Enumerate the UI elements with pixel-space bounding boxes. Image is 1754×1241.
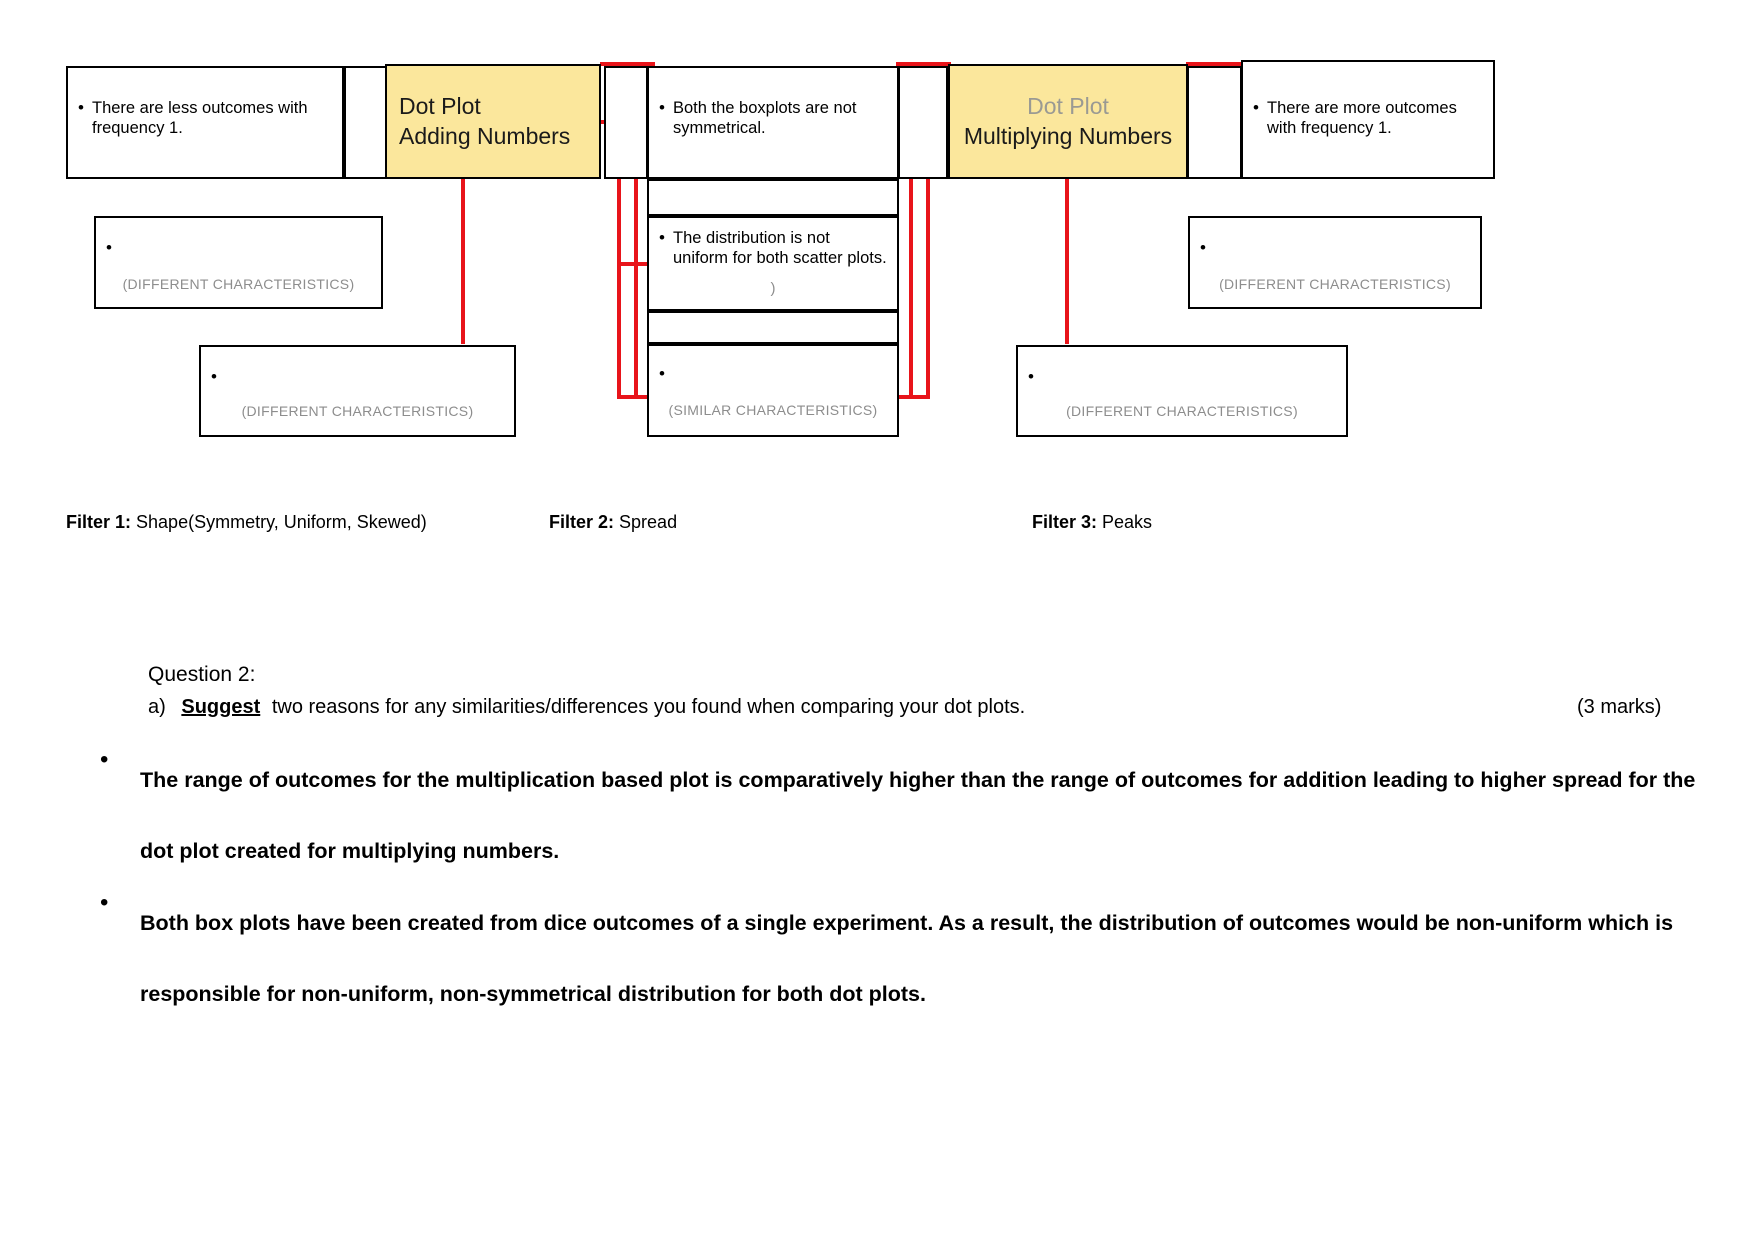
filter-1-label: Filter 1: <box>66 512 132 532</box>
connector-multiplying-down <box>1065 176 1069 344</box>
node-dot-plot-multiplying[interactable]: Dot Plot Multiplying Numbers <box>948 64 1188 179</box>
placeholder-box-lower-left[interactable]: • (DIFFERENT CHARACTERISTICS) <box>199 345 516 437</box>
filter-2-label: Filter 2: <box>549 512 615 532</box>
band-middle-upper <box>647 179 899 216</box>
spacer-cell-left <box>344 66 391 179</box>
statement-middle-mid-text: The distribution is not uniform for both… <box>673 229 887 267</box>
question-prompt: two reasons for any similarities/differe… <box>271 696 1026 718</box>
filter-3-value: Peaks <box>1102 512 1153 532</box>
node-multiplying-line1: Dot Plot <box>1027 92 1109 119</box>
question-part-letter: a) <box>148 696 166 718</box>
bullet-icon: • <box>1200 238 1206 257</box>
placeholder-box-right[interactable]: • (DIFFERENT CHARACTERISTICS) <box>1188 216 1482 309</box>
spacer-cell-middle-left <box>604 66 648 179</box>
bullet-icon: • <box>211 367 217 386</box>
bullet-icon: • <box>100 746 109 773</box>
placeholder-box-similar[interactable]: • (SIMILAR CHARACTERISTICS) <box>647 344 899 437</box>
placeholder-label-left: (DIFFERENT CHARACTERISTICS) <box>122 276 355 292</box>
connector-mid-right-bottom-horizontal <box>896 395 930 399</box>
stray-paren-label: ) <box>770 280 776 297</box>
node-adding-line1: Dot Plot <box>399 92 481 119</box>
bullet-icon: • <box>1028 367 1034 386</box>
node-dot-plot-adding[interactable]: Dot Plot Adding Numbers <box>385 64 601 179</box>
bullet-icon: • <box>1253 98 1259 117</box>
statement-left-top: • There are less outcomes with frequency… <box>66 66 344 179</box>
spacer-cell-right <box>1187 66 1242 179</box>
answer-2-text: Both box plots have been created from di… <box>140 888 1720 1030</box>
filter-2-value: Spread <box>619 512 678 532</box>
bullet-icon: • <box>100 889 109 916</box>
filter-3-caption: Filter 3: Peaks <box>1032 512 1152 533</box>
statement-right-top-text: There are more outcomes with frequency 1… <box>1267 99 1457 137</box>
bullet-icon: • <box>106 238 112 257</box>
band-middle-lower <box>647 311 899 344</box>
node-adding-line2: Adding Numbers <box>399 122 571 149</box>
statement-middle-top-text: Both the boxplots are not symmetrical. <box>673 99 857 137</box>
placeholder-label-similar: (SIMILAR CHARACTERISTICS) <box>668 402 878 418</box>
question-title: Question 2: <box>148 663 256 686</box>
placeholder-label-lower-left: (DIFFERENT CHARACTERISTICS) <box>241 403 474 419</box>
statement-middle-top: • Both the boxplots are not symmetrical. <box>647 66 899 179</box>
spacer-cell-middle-right <box>898 66 948 179</box>
placeholder-box-lower-right[interactable]: • (DIFFERENT CHARACTERISTICS) <box>1016 345 1348 437</box>
worksheet-page: • There are less outcomes with frequency… <box>0 0 1754 1241</box>
placeholder-label-lower-right: (DIFFERENT CHARACTERISTICS) <box>1066 403 1298 419</box>
filter-1-value: Shape(Symmetry, Uniform, Skewed) <box>136 512 427 532</box>
filter-3-label: Filter 3: <box>1032 512 1098 532</box>
answer-1-line1: The range of outcomes for the multiplica… <box>140 768 1367 792</box>
filter-2-caption: Filter 2: Spread <box>549 512 677 533</box>
connector-adding-down <box>461 176 465 344</box>
bullet-icon: • <box>78 98 84 117</box>
placeholder-label-right: (DIFFERENT CHARACTERISTICS) <box>1219 276 1451 292</box>
statement-left-top-text: There are less outcomes with frequency 1… <box>92 99 308 137</box>
answer-2-line1: Both box plots have been created from di… <box>140 911 1419 935</box>
answer-bullet-1: • The range of outcomes for the multipli… <box>100 745 1720 887</box>
filter-1-caption: Filter 1: Shape(Symmetry, Uniform, Skewe… <box>66 512 427 533</box>
statement-right-top: • There are more outcomes with frequency… <box>1241 60 1495 179</box>
placeholder-box-left[interactable]: • (DIFFERENT CHARACTERISTICS) <box>94 216 383 309</box>
bullet-icon: • <box>659 228 665 247</box>
answer-bullet-2: • Both box plots have been created from … <box>100 888 1720 1030</box>
bullet-icon: • <box>659 364 665 383</box>
question-marks: (3 marks) <box>1577 696 1662 718</box>
question-part-a: a) Suggest two reasons for any similarit… <box>148 696 1025 719</box>
statement-middle-mid: • The distribution is not uniform for bo… <box>647 216 899 311</box>
question-emphasis: Suggest <box>181 696 261 718</box>
bullet-icon: • <box>659 98 665 117</box>
answer-1-text: The range of outcomes for the multiplica… <box>140 745 1720 887</box>
node-multiplying-line2: Multiplying Numbers <box>963 122 1173 149</box>
